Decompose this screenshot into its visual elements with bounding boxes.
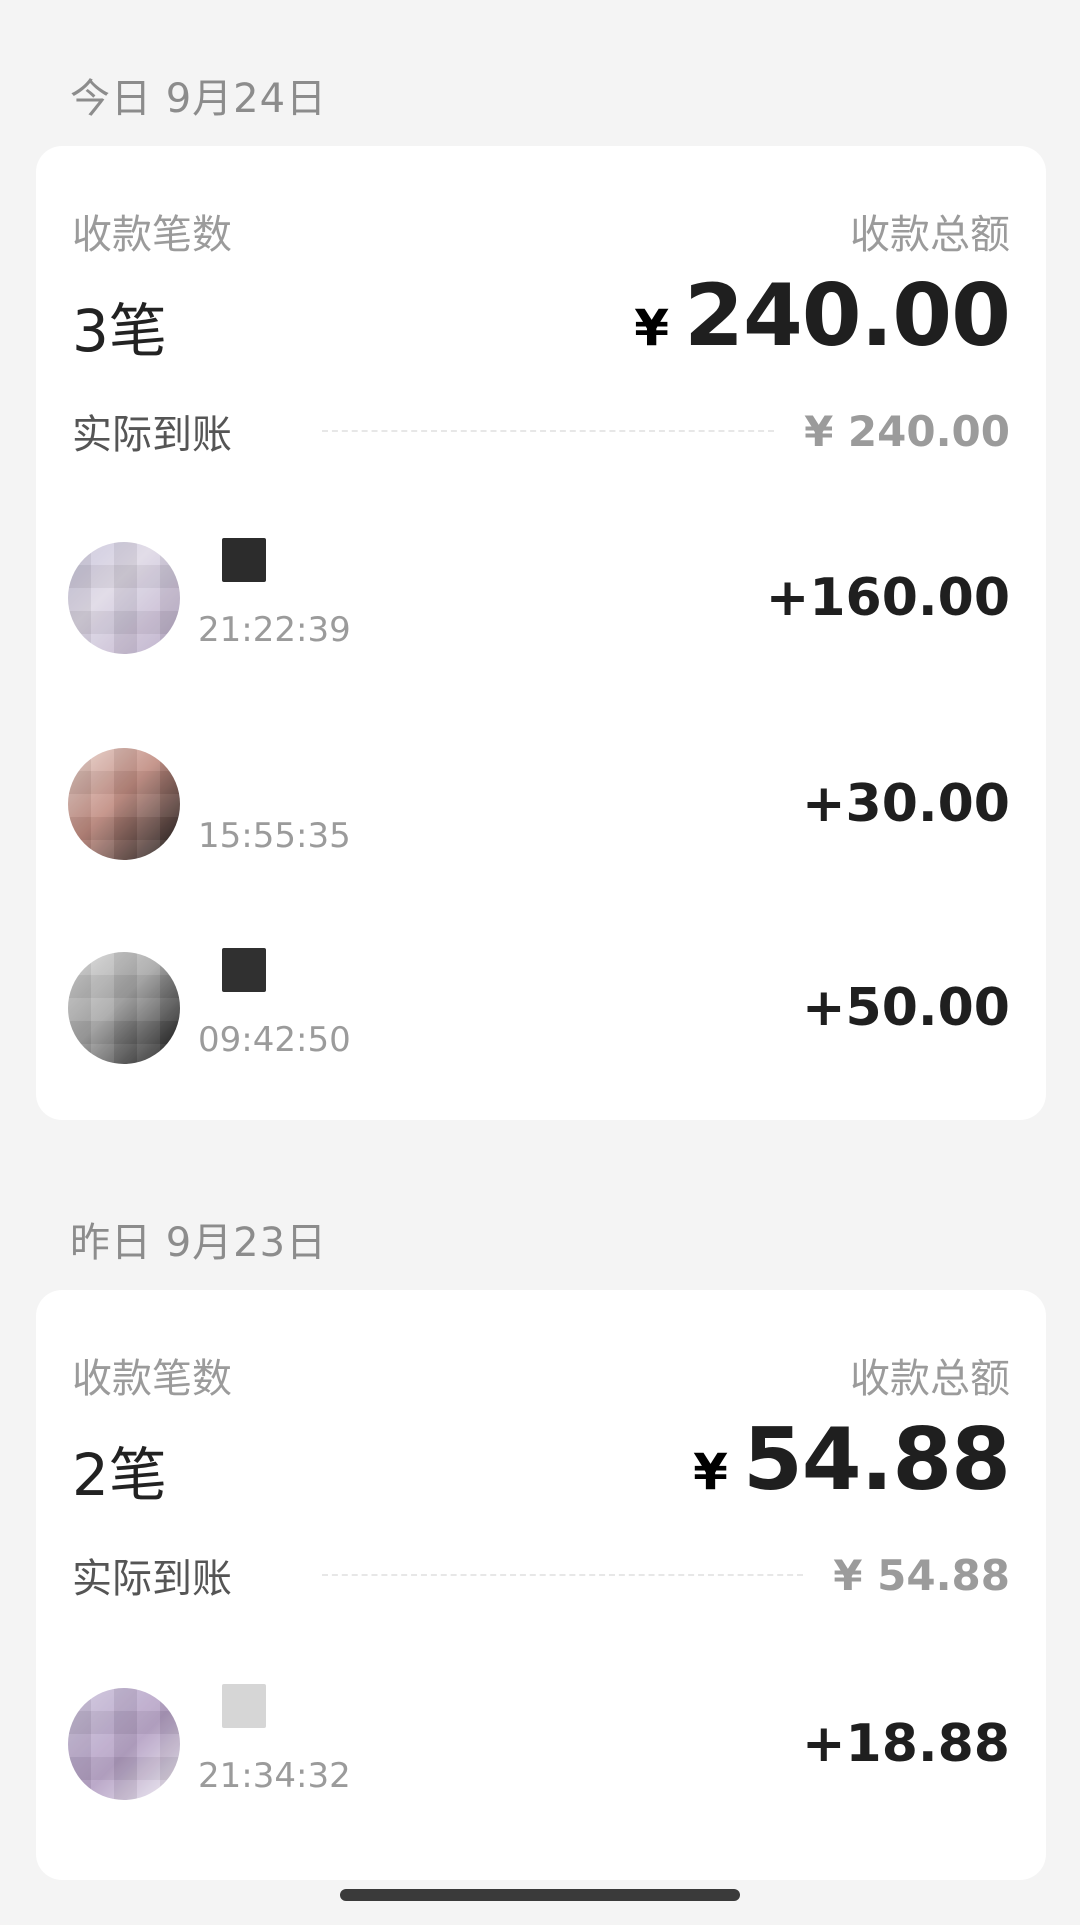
actual-received-row: 实际到账 ¥ 240.00 bbox=[72, 402, 1010, 460]
actual-value: ¥ 54.88 bbox=[833, 1550, 1010, 1600]
payer-name-redacted bbox=[222, 948, 266, 992]
total-amount: ¥ 54.88 bbox=[693, 1410, 1011, 1510]
section-title-today: 今日 9月24日 bbox=[70, 76, 328, 122]
transaction-row[interactable]: 15:55:35 +30.00 bbox=[36, 712, 1046, 902]
transaction-amount: +30.00 bbox=[801, 774, 1010, 834]
actual-label: 实际到账 bbox=[72, 412, 232, 458]
avatar bbox=[68, 952, 180, 1064]
transaction-time: 09:42:50 bbox=[198, 1020, 351, 1060]
transaction-row[interactable]: 21:34:32 +18.88 bbox=[36, 1652, 1046, 1842]
day-summary-card-today: 收款笔数 收款总额 3笔 ¥ 240.00 实际到账 ¥ 240.00 21:2… bbox=[36, 146, 1046, 1120]
total-label: 收款总额 bbox=[850, 212, 1010, 258]
currency-symbol: ¥ bbox=[634, 299, 670, 357]
transaction-amount: +50.00 bbox=[801, 978, 1010, 1038]
summary-labels: 收款笔数 收款总额 bbox=[72, 202, 1010, 260]
transaction-time: 21:34:32 bbox=[198, 1756, 351, 1796]
transaction-row[interactable]: 21:22:39 +160.00 bbox=[36, 506, 1046, 696]
count-value: 2笔 bbox=[72, 1441, 167, 1509]
summary-values: 3笔 ¥ 240.00 bbox=[72, 266, 1011, 386]
count-value: 3笔 bbox=[72, 297, 167, 365]
home-indicator bbox=[340, 1889, 740, 1901]
avatar bbox=[68, 748, 180, 860]
actual-value: ¥ 240.00 bbox=[804, 406, 1010, 456]
day-summary-card-yesterday: 收款笔数 收款总额 2笔 ¥ 54.88 实际到账 ¥ 54.88 21:34:… bbox=[36, 1290, 1046, 1880]
payer-name-redacted bbox=[222, 1684, 266, 1728]
section-title-yesterday: 昨日 9月23日 bbox=[70, 1220, 328, 1266]
currency-symbol: ¥ bbox=[693, 1443, 728, 1501]
total-value: 54.88 bbox=[742, 1410, 1011, 1510]
dotted-separator bbox=[322, 430, 775, 432]
dotted-separator bbox=[322, 1574, 804, 1576]
transaction-row[interactable]: 09:42:50 +50.00 bbox=[36, 916, 1046, 1106]
total-value: 240.00 bbox=[684, 266, 1011, 366]
transaction-amount: +18.88 bbox=[801, 1714, 1010, 1774]
transaction-time: 15:55:35 bbox=[198, 816, 351, 856]
summary-values: 2笔 ¥ 54.88 bbox=[72, 1410, 1011, 1530]
avatar bbox=[68, 542, 180, 654]
avatar bbox=[68, 1688, 180, 1800]
transaction-amount: +160.00 bbox=[765, 568, 1010, 628]
total-label: 收款总额 bbox=[850, 1356, 1010, 1402]
total-amount: ¥ 240.00 bbox=[634, 266, 1011, 366]
count-label: 收款笔数 bbox=[72, 1356, 232, 1402]
transaction-time: 21:22:39 bbox=[198, 610, 351, 650]
count-label: 收款笔数 bbox=[72, 212, 232, 258]
summary-labels: 收款笔数 收款总额 bbox=[72, 1346, 1010, 1404]
actual-label: 实际到账 bbox=[72, 1556, 232, 1602]
actual-received-row: 实际到账 ¥ 54.88 bbox=[72, 1546, 1010, 1604]
payer-name-redacted bbox=[222, 538, 266, 582]
